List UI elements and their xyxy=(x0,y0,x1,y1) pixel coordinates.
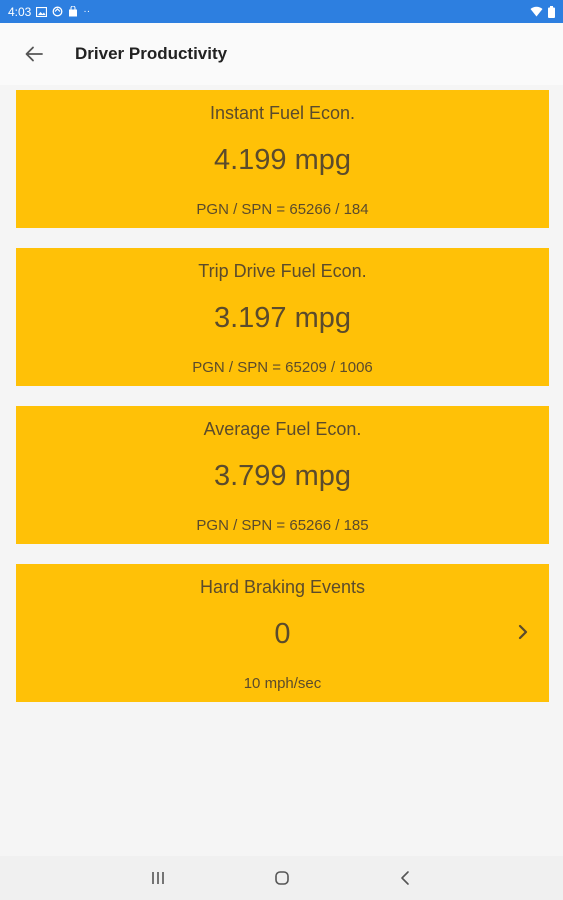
more-dots-icon: ·· xyxy=(83,5,91,17)
sync-icon xyxy=(52,6,63,17)
trip-drive-fuel-econ-card: Trip Drive Fuel Econ. 3.197 mpg PGN / SP… xyxy=(16,248,549,386)
wifi-icon xyxy=(530,6,543,17)
card-value: 4.199 mpg xyxy=(213,144,352,176)
metrics-list: Instant Fuel Econ. 4.199 mpg PGN / SPN =… xyxy=(16,90,549,722)
card-footer: PGN / SPN = 65266 / 185 xyxy=(196,517,369,534)
home-icon xyxy=(274,871,289,885)
card-value: 3.197 mpg xyxy=(213,302,352,334)
chevron-right-icon[interactable] xyxy=(515,622,531,642)
recent-apps-button[interactable] xyxy=(138,858,178,898)
card-title: Trip Drive Fuel Econ. xyxy=(198,261,367,281)
back-icon xyxy=(400,871,409,885)
card-value: 0 xyxy=(274,618,291,650)
recent-apps-icon xyxy=(151,872,164,884)
card-title: Hard Braking Events xyxy=(199,577,366,597)
status-time: 4:03 xyxy=(8,4,32,19)
status-right xyxy=(530,5,555,18)
app-bar: Driver Productivity xyxy=(0,23,563,85)
battery-icon xyxy=(548,5,555,18)
system-back-button[interactable] xyxy=(386,858,426,898)
shopping-bag-icon xyxy=(69,6,78,17)
hard-braking-events-card[interactable]: Hard Braking Events 0 10 mph/sec xyxy=(16,564,549,702)
card-footer: PGN / SPN = 65266 / 184 xyxy=(196,201,369,218)
home-button[interactable] xyxy=(262,858,302,898)
system-nav-bar xyxy=(0,856,563,900)
card-value: 3.799 mpg xyxy=(213,460,352,492)
status-bar: 4:03 ·· xyxy=(0,0,563,23)
arrow-left-icon xyxy=(25,46,43,62)
image-icon xyxy=(36,6,48,17)
page-title: Driver Productivity xyxy=(75,44,228,63)
back-button[interactable] xyxy=(14,34,54,74)
card-title: Average Fuel Econ. xyxy=(203,419,362,439)
average-fuel-econ-card: Average Fuel Econ. 3.799 mpg PGN / SPN =… xyxy=(16,406,549,544)
card-title: Instant Fuel Econ. xyxy=(209,103,356,123)
status-left: 4:03 ·· xyxy=(8,5,90,19)
instant-fuel-econ-card: Instant Fuel Econ. 4.199 mpg PGN / SPN =… xyxy=(16,90,549,228)
card-footer: 10 mph/sec xyxy=(243,675,322,692)
card-footer: PGN / SPN = 65209 / 1006 xyxy=(192,359,373,376)
